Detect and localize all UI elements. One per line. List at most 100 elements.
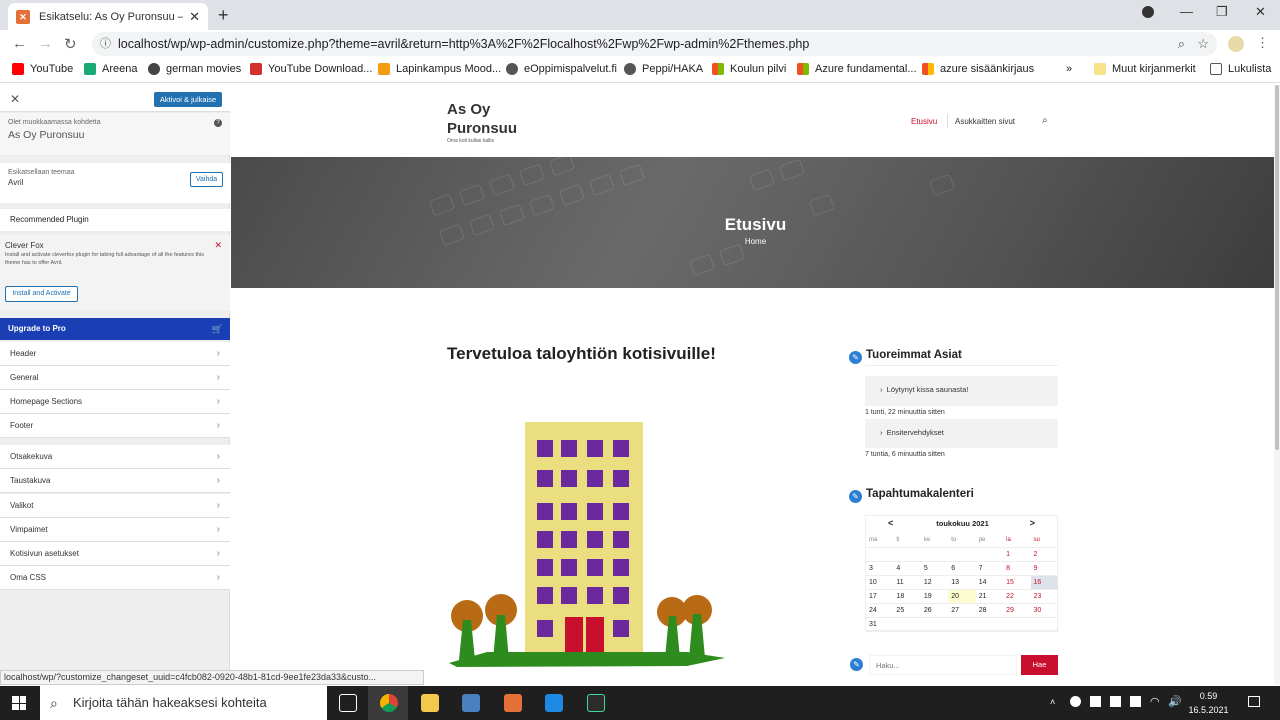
tray-app-icon[interactable] xyxy=(1070,696,1081,707)
back-icon[interactable]: ← xyxy=(12,35,27,52)
site-title[interactable]: As Oy Puronsuu xyxy=(447,100,517,138)
pen-icon: ✎ xyxy=(849,351,862,364)
menu-dots-icon[interactable]: ⋮ xyxy=(1256,35,1269,51)
section-general[interactable]: General › xyxy=(0,366,230,390)
browser-tab[interactable]: ✕ Esikatselu: As Oy Puronsuu – Om ✕ xyxy=(8,3,208,30)
event-calendar: < toukokuu 2021 > ma ti ke to pe la su 12 3456… xyxy=(865,515,1058,632)
calendar-next[interactable]: > xyxy=(1030,518,1035,528)
plugin-notice: Clever Fox Install and activate cleverfo… xyxy=(0,235,230,311)
url-field[interactable]: ⓘ localhost/wp/wp-admin/customize.php?th… xyxy=(92,32,1217,56)
task-view-icon[interactable] xyxy=(339,694,357,712)
microsoft-icon xyxy=(922,63,934,75)
bookmark-youtube-download[interactable]: YouTube Download... xyxy=(250,63,372,75)
calendar-week: 3456789 xyxy=(866,561,1058,576)
install-activate-button[interactable]: Install and Activate xyxy=(5,286,78,302)
tab-close-icon[interactable]: ✕ xyxy=(189,9,200,25)
customizer-panel: ✕ Aktivoi & julkaise Olet muokkaamassa k… xyxy=(0,85,230,685)
profile-download-icon[interactable] xyxy=(1142,6,1154,18)
customizer-header: ✕ Aktivoi & julkaise xyxy=(0,85,230,112)
info-icon[interactable]: ⓘ xyxy=(100,32,111,56)
app-icon[interactable] xyxy=(587,694,605,712)
tray-app-icon[interactable] xyxy=(1130,696,1141,707)
section-header[interactable]: Header › xyxy=(0,342,230,366)
file-explorer-icon[interactable] xyxy=(421,694,439,712)
site-search-input[interactable] xyxy=(869,655,1017,675)
dropbox-icon[interactable] xyxy=(1090,696,1101,707)
change-theme-button[interactable]: Vaihda xyxy=(190,172,223,187)
dismiss-icon[interactable]: ✕ xyxy=(214,240,222,251)
plugin-name: Clever Fox xyxy=(5,241,44,250)
xampp-icon[interactable] xyxy=(504,694,522,712)
bookmark-youtube[interactable]: YouTube xyxy=(12,63,73,75)
recent-post-item[interactable]: › Löytynyt kissa saunasta! xyxy=(880,385,968,394)
url-text: localhost/wp/wp-admin/customize.php?them… xyxy=(118,37,810,51)
forward-icon[interactable]: → xyxy=(38,35,53,52)
maximize-icon[interactable]: ❐ xyxy=(1216,4,1228,20)
taskbar-search[interactable]: ⌕ Kirjoita tähän hakeaksesi kohteita xyxy=(40,686,327,720)
bookmark-peppi[interactable]: Peppi/HAKA xyxy=(624,63,703,75)
wifi-icon[interactable]: ◠ xyxy=(1150,695,1160,708)
tray-chevron-icon[interactable]: ˄ xyxy=(1050,697,1055,707)
recent-post-item[interactable]: › Ensitervehdykset xyxy=(880,428,944,437)
bookmark-azure-fundamentals[interactable]: Azure fundamental... xyxy=(797,63,917,75)
nav-residents[interactable]: Asukkaitten sivut xyxy=(955,117,1015,126)
nav-home[interactable]: Etusivu xyxy=(911,117,937,126)
profile-avatar[interactable] xyxy=(1228,36,1244,52)
chrome-icon[interactable] xyxy=(380,694,398,712)
section-otsakekuva[interactable]: Otsakekuva › xyxy=(0,445,230,469)
app-icon[interactable] xyxy=(462,694,480,712)
bookmark-areena[interactable]: Areena xyxy=(84,63,137,75)
plugin-desc: Install and activate cleverfox plugin fo… xyxy=(5,252,205,266)
bookmark-eoppimispalvelut[interactable]: eOppimispalvelut.fi xyxy=(506,63,617,75)
bookmark-german-movies[interactable]: german movies xyxy=(148,63,241,75)
hero-breadcrumb[interactable]: Home xyxy=(231,237,1280,246)
building-illustration xyxy=(449,422,725,667)
section-homepage[interactable]: Homepage Sections › xyxy=(0,390,230,414)
windows-start-icon[interactable] xyxy=(12,696,26,710)
calendar-week: 31 xyxy=(866,617,1058,632)
section-valikot[interactable]: Valikot › xyxy=(0,494,230,518)
bookmark-star-icon[interactable]: ☆ xyxy=(1197,32,1209,56)
section-footer[interactable]: Footer › xyxy=(0,414,230,438)
reading-list[interactable]: Lukulista xyxy=(1210,63,1271,75)
vscode-icon[interactable] xyxy=(545,694,563,712)
section-oma-css[interactable]: Oma CSS › xyxy=(0,566,230,590)
calendar-today: 16 xyxy=(1030,575,1058,590)
chevron-right-icon: › xyxy=(216,396,220,407)
reload-icon[interactable]: ↻ xyxy=(64,35,77,53)
bookmark-lapinkampus[interactable]: Lapinkampus Mood... xyxy=(378,63,501,75)
section-vimpaimet[interactable]: Vimpaimet › xyxy=(0,518,230,542)
youtube-icon xyxy=(12,63,24,75)
upgrade-to-pro[interactable]: Upgrade to Pro 🛒 xyxy=(0,318,230,340)
search-icon[interactable]: ⌕ xyxy=(1042,115,1048,126)
preview-scrollbar[interactable] xyxy=(1274,85,1280,685)
close-customizer-icon[interactable]: ✕ xyxy=(10,92,20,106)
bookmarks-overflow[interactable]: » xyxy=(1066,63,1072,75)
window-close-icon[interactable]: ✕ xyxy=(1255,4,1266,20)
help-icon[interactable]: ? xyxy=(214,119,222,127)
site-search-button[interactable]: Hae xyxy=(1021,655,1058,675)
site-preview: As Oy Puronsuu Oma koti kullan kallis Et… xyxy=(231,85,1280,685)
tray-app-icon[interactable] xyxy=(1110,696,1121,707)
clock[interactable]: 0.59 16.5.2021 xyxy=(1186,689,1231,717)
zoom-icon[interactable]: ⌕ xyxy=(1178,32,1185,56)
section-kotisivun-asetukset[interactable]: Kotisivun asetukset › xyxy=(0,542,230,566)
bookmark-azure-login[interactable]: azure sisäänkirjaus xyxy=(922,63,1034,75)
xampp-favicon-icon: ✕ xyxy=(16,9,30,24)
chevron-right-icon: › xyxy=(216,572,220,583)
microsoft-icon xyxy=(797,63,809,75)
notifications-icon[interactable] xyxy=(1248,696,1260,707)
section-taustakuva[interactable]: Taustakuva › xyxy=(0,469,230,493)
minimize-icon[interactable]: — xyxy=(1180,4,1193,19)
pen-icon: ✎ xyxy=(850,658,863,671)
volume-icon[interactable]: 🔊 xyxy=(1168,695,1182,708)
microsoft-icon xyxy=(712,63,724,75)
folder-icon xyxy=(1094,63,1106,75)
recommended-plugin-heading: Recommended Plugin xyxy=(0,209,230,231)
other-bookmarks-folder[interactable]: Muut kirjanmerkit xyxy=(1094,63,1196,75)
recent-posts-title: ✎ Tuoreimmat Asiat xyxy=(849,345,962,364)
publish-button[interactable]: Aktivoi & julkaise xyxy=(154,92,222,107)
bookmark-koulun-pilvi[interactable]: Koulun pilvi xyxy=(712,63,786,75)
new-tab-icon[interactable]: + xyxy=(218,5,229,26)
tab-title: Esikatselu: As Oy Puronsuu – Om xyxy=(39,10,183,23)
